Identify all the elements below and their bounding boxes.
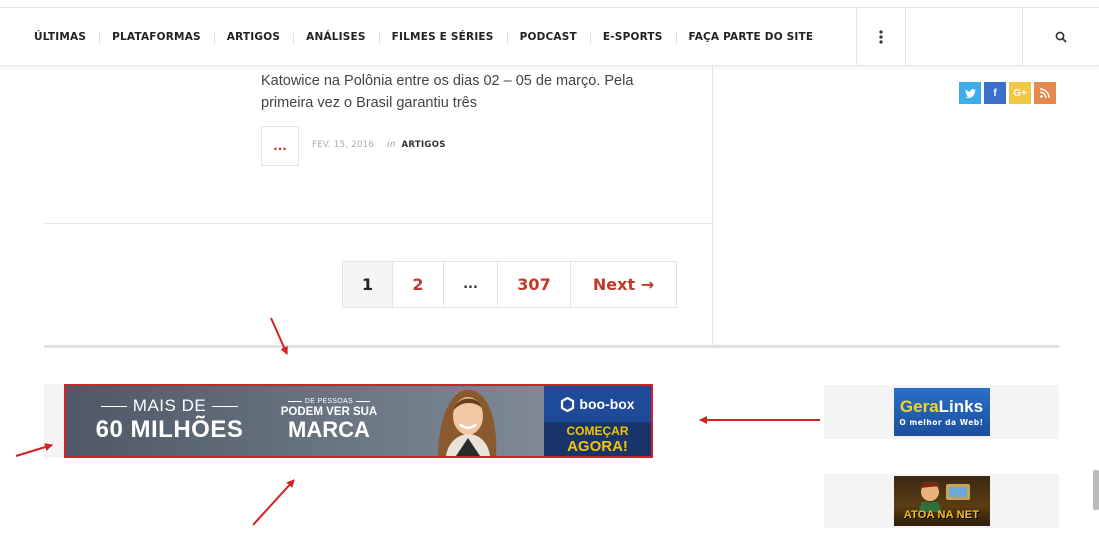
section-divider — [44, 345, 1059, 348]
scrollbar-thumb[interactable] — [1093, 470, 1099, 510]
nav-item-plataformas[interactable]: PLATAFORMAS — [99, 31, 214, 44]
next-page-link[interactable]: Next → — [570, 262, 676, 307]
banner-mid2: MARCA — [288, 417, 370, 442]
nav-item-e-sports[interactable]: E-SPORTS — [589, 31, 676, 44]
nav-item-ultimas[interactable]: ÚLTIMAS — [22, 31, 99, 43]
article-date: FEV. 15, 2016 — [312, 140, 375, 150]
nav-item-faca-parte-do-site[interactable]: FAÇA PARTE DO SITE — [675, 31, 827, 44]
banner-line2: 60 MILHÕES — [95, 416, 244, 443]
geralinks-ad[interactable]: GeraLinks O melhor da Web! — [824, 385, 1059, 439]
geralinks-tagline: O melhor da Web! — [899, 418, 984, 427]
page-1-current[interactable]: 1 — [343, 262, 392, 307]
cta-line1: COMEÇAR — [566, 424, 629, 438]
banner-mid-text: DE PESSOAS PODEM VER SUA MARCA — [274, 398, 384, 443]
pagination: 1 2 ... 307 Next → — [342, 261, 677, 308]
geralinks-name-a: Gera — [899, 397, 939, 416]
boo-box-logo: boo-box — [544, 386, 651, 422]
geralinks-name-b: Links — [938, 397, 984, 416]
divider — [44, 223, 713, 224]
nav-item-podcast[interactable]: PODCAST — [506, 31, 590, 44]
nav-item-filmes-e-series[interactable]: FILMES E SÉRIES — [378, 31, 507, 44]
top-strip — [0, 0, 1099, 8]
article-category-link[interactable]: ARTIGOS — [402, 140, 446, 150]
page-307-link[interactable]: 307 — [497, 262, 570, 307]
in-label: in — [387, 140, 396, 150]
geralinks-logo: GeraLinks O melhor da Web! — [893, 388, 990, 436]
vertical-dots-icon — [879, 29, 883, 44]
social-icons: f G+ — [959, 82, 1056, 104]
sidebar-divider — [712, 66, 713, 346]
read-more-button[interactable]: ... — [261, 126, 299, 166]
arrow-top — [270, 317, 288, 355]
nav-item-artigos[interactable]: ARTIGOS — [213, 31, 293, 44]
nav-item-analises[interactable]: ANÁLISES — [293, 31, 379, 44]
atoa-na-net-logo: ATOA NA NET — [893, 476, 990, 526]
more-menu-button[interactable] — [856, 8, 906, 65]
article-excerpt: Katowice na Polônia entre os dias 02 – 0… — [261, 73, 634, 111]
page-ellipsis: ... — [443, 262, 497, 307]
top-navigation-bar: ÚLTIMAS PLATAFORMAS ARTIGOS ANÁLISES FIL… — [0, 0, 1099, 66]
boo-box-logo-icon — [561, 396, 575, 412]
page-2-link[interactable]: 2 — [392, 262, 443, 307]
banner-left-text: MAIS DE 60 MILHÕES — [82, 396, 257, 444]
banner-small: DE PESSOAS — [304, 398, 354, 405]
atoa-na-net-ad[interactable]: ATOA NA NET — [824, 474, 1059, 528]
banner-cta-panel: boo-box COMEÇAR AGORA! — [544, 386, 651, 456]
banner-line1: MAIS DE — [132, 396, 207, 415]
facebook-icon[interactable]: f — [984, 82, 1006, 104]
google-plus-icon[interactable]: G+ — [1009, 82, 1031, 104]
search-button[interactable] — [1022, 8, 1099, 65]
boo-box-banner-ad[interactable]: MAIS DE 60 MILHÕES DE PESSOAS PODEM VER … — [64, 384, 653, 458]
rss-icon[interactable] — [1034, 82, 1056, 104]
atoa-na-net-text: ATOA NA NET — [903, 509, 980, 521]
banner-cta: COMEÇAR AGORA! — [544, 424, 651, 454]
cta-line2: AGORA! — [567, 438, 628, 455]
smiling-woman-image — [438, 389, 497, 456]
arrow-bottom — [252, 479, 295, 526]
article-meta: FEV. 15, 2016 in ARTIGOS — [312, 140, 446, 150]
search-icon — [1055, 31, 1067, 43]
brand-name: boo-box — [579, 396, 635, 412]
nav-menu: ÚLTIMAS PLATAFORMAS ARTIGOS ANÁLISES FIL… — [22, 8, 826, 65]
twitter-icon[interactable] — [959, 82, 981, 104]
